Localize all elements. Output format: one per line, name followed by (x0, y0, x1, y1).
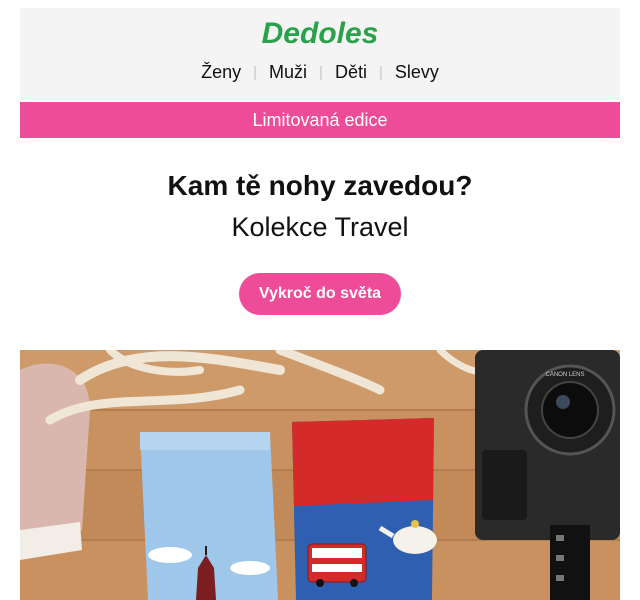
sock-cuff (140, 432, 270, 450)
hero-headline: Kam tě nohy zavedou? (167, 170, 473, 201)
nav-item-zeny[interactable]: Ženy (189, 62, 253, 83)
bus-wheel (350, 579, 358, 587)
travel-socks-photo: CANON LENS (20, 350, 620, 600)
lens-reflection (556, 395, 570, 409)
teapot (393, 526, 437, 554)
sock-cloud (148, 547, 192, 563)
dedoles-logo[interactable]: Dedoles (20, 14, 620, 59)
limited-edition-banner[interactable]: Limitovaná edice (20, 102, 620, 138)
bus-windows (312, 548, 362, 558)
hero-photo[interactable]: CANON LENS (20, 350, 620, 600)
film-hole (556, 575, 564, 581)
main-nav: Ženy | Muži | Děti | Slevy (20, 62, 620, 83)
sock-red-top (292, 418, 434, 506)
cta-button[interactable]: Vykroč do světa (239, 273, 401, 315)
nav-item-deti[interactable]: Děti (323, 62, 379, 83)
nav-item-slevy[interactable]: Slevy (383, 62, 451, 83)
teapot-lid (411, 520, 419, 528)
sock-cloud (230, 561, 270, 575)
film-hole (556, 535, 564, 541)
dedoles-logo-icon: Dedoles (262, 17, 379, 50)
camera-grip (482, 450, 527, 520)
bus-wheel (316, 579, 324, 587)
camera-lens-glass (541, 381, 599, 439)
header: Dedoles Ženy | Muži | Děti | Slevy (20, 8, 620, 100)
sneaker (20, 363, 90, 540)
bus-windows (312, 564, 362, 572)
nav-item-muzi[interactable]: Muži (257, 62, 319, 83)
logo-wordmark: Dedoles (262, 17, 379, 50)
email-page: Dedoles Ženy | Muži | Děti | Slevy Limit… (0, 0, 640, 600)
hero-subheadline: Kolekce Travel (231, 212, 409, 242)
camera-lens-label: CANON LENS (545, 372, 584, 378)
film-hole (556, 555, 564, 561)
